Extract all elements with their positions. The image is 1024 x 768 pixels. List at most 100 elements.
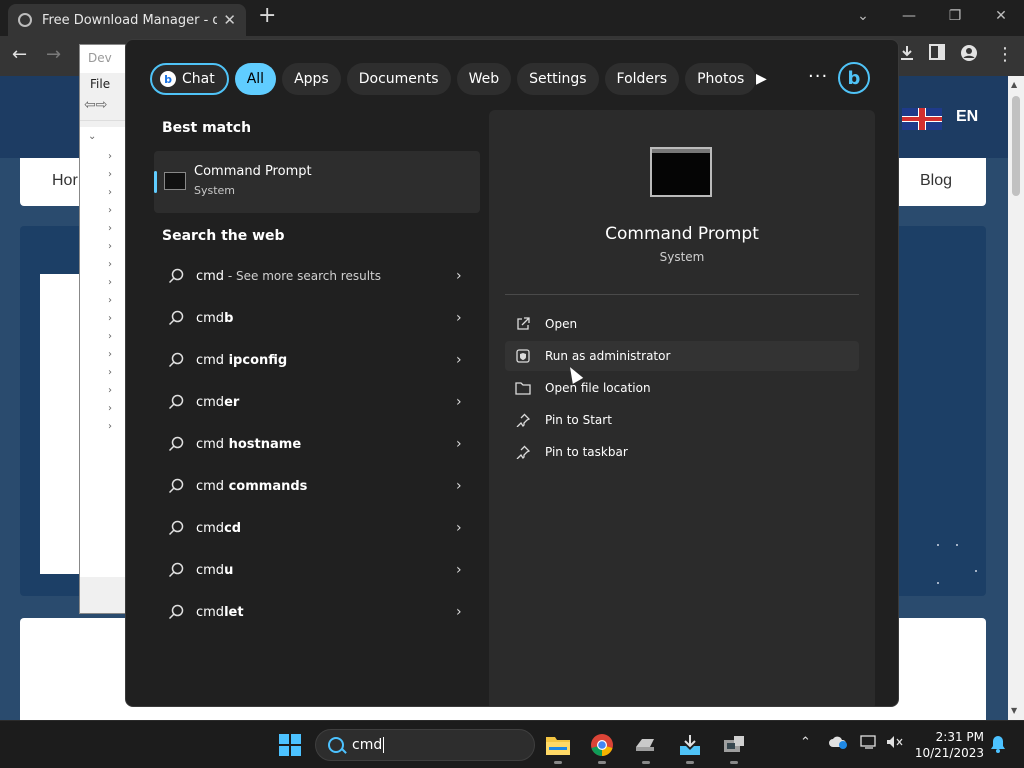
download-manager-icon[interactable] <box>677 733 703 764</box>
tree-collapse-icon[interactable]: ⌄ <box>88 131 96 142</box>
web-result[interactable]: cmdlet › <box>154 592 480 632</box>
filter-folders[interactable]: Folders <box>604 63 680 95</box>
tree-expand-icon[interactable]: › <box>108 223 112 234</box>
action-run-as-admin[interactable]: Run as administrator <box>505 341 859 371</box>
web-result[interactable]: cmdu › <box>154 550 480 590</box>
filter-web[interactable]: Web <box>456 63 512 95</box>
web-result[interactable]: cmdb › <box>154 298 480 338</box>
action-pin-to-taskbar[interactable]: Pin to taskbar <box>505 437 859 467</box>
forward-icon[interactable]: ⇨ <box>96 97 108 113</box>
browser-menu-icon[interactable]: ⋮ <box>996 44 1014 65</box>
file-explorer-icon[interactable] <box>545 733 571 764</box>
restore-button[interactable]: ❐ <box>932 8 978 24</box>
chevron-right-icon: › <box>456 604 462 620</box>
tree-expand-icon[interactable]: › <box>108 259 112 270</box>
close-window-button[interactable]: ✕ <box>978 8 1024 24</box>
page-scrollbar[interactable]: ▲ ▼ <box>1008 76 1024 720</box>
web-result[interactable]: cmd hostname › <box>154 424 480 464</box>
windows-start-icon[interactable] <box>279 734 301 756</box>
filter-settings[interactable]: Settings <box>517 63 599 95</box>
web-result[interactable]: cmd - See more search results › <box>154 256 480 296</box>
back-arrow-icon[interactable]: ← <box>12 44 27 65</box>
tree-expand-icon[interactable]: › <box>108 367 112 378</box>
clock-date: 10/21/2023 <box>914 746 984 760</box>
action-pin-to-start[interactable]: Pin to Start <box>505 405 859 435</box>
filter-apps[interactable]: Apps <box>282 63 341 95</box>
tree-expand-icon[interactable]: › <box>108 169 112 180</box>
web-result-query: cmd <box>196 520 225 536</box>
filter-all[interactable]: All <box>234 63 277 95</box>
tree-expand-icon[interactable]: › <box>108 295 112 306</box>
system-clock[interactable]: 2:31 PM 10/21/2023 <box>912 729 984 761</box>
search-icon <box>168 478 184 494</box>
web-result-query: cmd <box>196 394 225 410</box>
bing-chat-icon[interactable]: b <box>838 62 870 94</box>
filter-photos[interactable]: Photos <box>685 63 757 95</box>
tree-expand-icon[interactable]: › <box>108 241 112 252</box>
chevron-right-icon: › <box>456 520 462 536</box>
forward-arrow-icon[interactable]: → <box>46 44 61 65</box>
language-label[interactable]: EN <box>956 108 978 126</box>
profile-icon[interactable] <box>960 44 978 67</box>
scroll-up-icon[interactable]: ▲ <box>1011 80 1017 89</box>
show-hidden-icons-chevron-icon[interactable]: ⌃ <box>800 735 811 750</box>
new-tab-button[interactable]: + <box>258 3 276 28</box>
tree-expand-icon[interactable]: › <box>108 421 112 432</box>
notification-bell-icon[interactable] <box>990 735 1006 757</box>
search-icon <box>168 562 184 578</box>
tree-expand-icon[interactable]: › <box>108 313 112 324</box>
action-open[interactable]: Open <box>505 309 859 339</box>
search-icon <box>168 394 184 410</box>
minimize-button[interactable]: — <box>886 8 932 24</box>
command-prompt-large-icon <box>650 147 712 197</box>
search-icon <box>168 268 184 284</box>
device-manager-icon[interactable] <box>721 733 747 764</box>
sidepanel-icon[interactable] <box>929 44 945 65</box>
web-result-completion: b <box>224 310 234 326</box>
taskbar-search-input[interactable]: cmd <box>315 729 535 761</box>
best-match-item[interactable]: Command Prompt System <box>154 151 480 213</box>
taskbar: cmd ⌃ 2:31 PM 10/21/2023 <box>0 720 1024 768</box>
network-volume-icon[interactable] <box>886 735 904 753</box>
onedrive-icon[interactable] <box>828 735 848 753</box>
download-icon[interactable] <box>898 44 916 67</box>
search-filter-bar: b Chat All Apps Documents Web Settings F… <box>150 62 757 96</box>
back-icon[interactable]: ⇦ <box>84 97 96 113</box>
tree-expand-icon[interactable]: › <box>108 205 112 216</box>
running-indicator <box>554 761 562 764</box>
filter-documents[interactable]: Documents <box>346 63 451 95</box>
action-open-file-location[interactable]: Open file location <box>505 373 859 403</box>
web-result[interactable]: cmdcd › <box>154 508 480 548</box>
running-indicator <box>642 761 650 764</box>
scroll-down-icon[interactable]: ▼ <box>1011 706 1017 715</box>
web-result-query: cmd <box>196 310 225 326</box>
chrome-icon[interactable] <box>589 733 615 764</box>
uk-flag-icon[interactable] <box>902 108 942 130</box>
web-result[interactable]: cmd commands › <box>154 466 480 506</box>
chevron-right-icon: › <box>456 562 462 578</box>
more-filters-play-icon[interactable]: ▶ <box>756 71 767 87</box>
tab-close-icon[interactable]: ✕ <box>223 11 236 29</box>
chevron-right-icon: › <box>456 310 462 326</box>
filter-chat[interactable]: b Chat <box>150 63 229 95</box>
nav-home-link[interactable]: Hor <box>52 172 78 190</box>
shield-admin-icon <box>515 348 531 364</box>
tree-expand-icon[interactable]: › <box>108 277 112 288</box>
tree-expand-icon[interactable]: › <box>108 187 112 198</box>
folder-icon <box>515 380 531 396</box>
display-icon[interactable] <box>860 735 878 753</box>
browser-tab[interactable]: Free Download Manager - downl ✕ <box>8 4 246 36</box>
tree-expand-icon[interactable]: › <box>108 331 112 342</box>
scroll-thumb[interactable] <box>1012 96 1020 196</box>
clock-time: 2:31 PM <box>935 730 984 744</box>
tab-search-icon[interactable]: ⌄ <box>840 8 886 24</box>
tree-expand-icon[interactable]: › <box>108 151 112 162</box>
drive-app-icon[interactable] <box>633 733 659 764</box>
more-options-icon[interactable]: ··· <box>808 66 828 87</box>
web-result[interactable]: cmd ipconfig › <box>154 340 480 380</box>
nav-blog-link[interactable]: Blog <box>920 172 952 190</box>
tree-expand-icon[interactable]: › <box>108 385 112 396</box>
web-result[interactable]: cmder › <box>154 382 480 422</box>
tree-expand-icon[interactable]: › <box>108 349 112 360</box>
tree-expand-icon[interactable]: › <box>108 403 112 414</box>
